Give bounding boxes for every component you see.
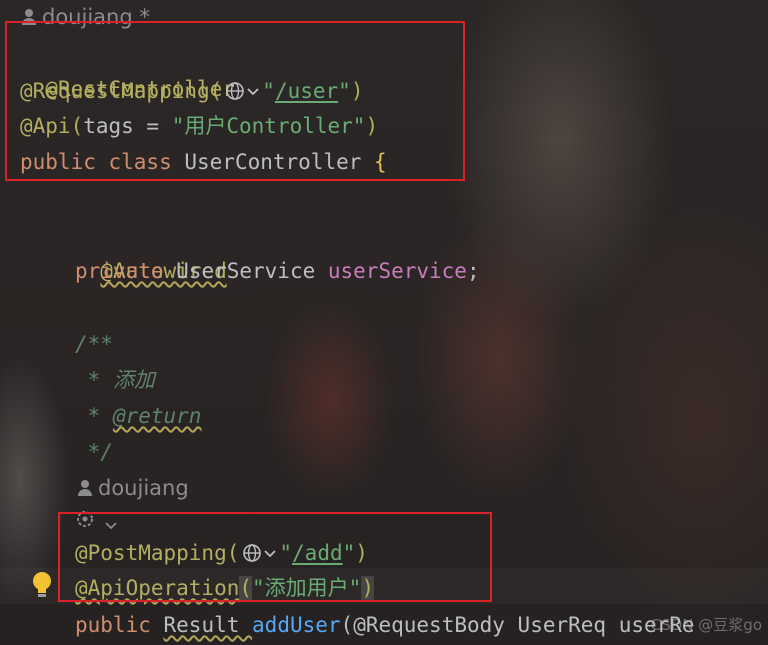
code-line-6[interactable]: private UserService userService; (75, 253, 480, 289)
javadoc-star: * (75, 404, 113, 428)
method-add-user: addUser (252, 613, 341, 637)
type-result: Result (163, 613, 253, 637)
javadoc-text: 添加 (112, 368, 155, 392)
javadoc-close: */ (75, 440, 113, 464)
method-params: (@RequestBody UserReq userRe (340, 613, 695, 637)
javadoc-line-1: * 添加 (75, 362, 155, 398)
highlight-box-class-annotations (5, 21, 465, 181)
keyword-private: private (75, 259, 177, 283)
javadoc-star: * (75, 368, 113, 392)
semicolon: ; (466, 259, 480, 283)
javadoc-return-tag: @return (112, 404, 202, 428)
keyword-public: public (75, 613, 164, 637)
type-user-service: UserService (176, 259, 328, 283)
javadoc-open: /** (75, 332, 113, 356)
highlight-box-method-annotations (58, 512, 492, 602)
author-inlay-mid[interactable]: doujiang (78, 473, 189, 503)
code-line-method-signature[interactable]: public Result addUser(@RequestBody UserR… (75, 607, 695, 643)
watermark: CSDN @豆浆go (650, 616, 762, 634)
javadoc-line-2: * @return (75, 398, 202, 434)
author-label: doujiang (98, 476, 189, 500)
lightbulb-icon[interactable] (30, 570, 54, 600)
field-user-service: userService (327, 259, 467, 283)
person-icon (78, 480, 92, 496)
code-line-5[interactable]: @Autowired (75, 217, 226, 283)
